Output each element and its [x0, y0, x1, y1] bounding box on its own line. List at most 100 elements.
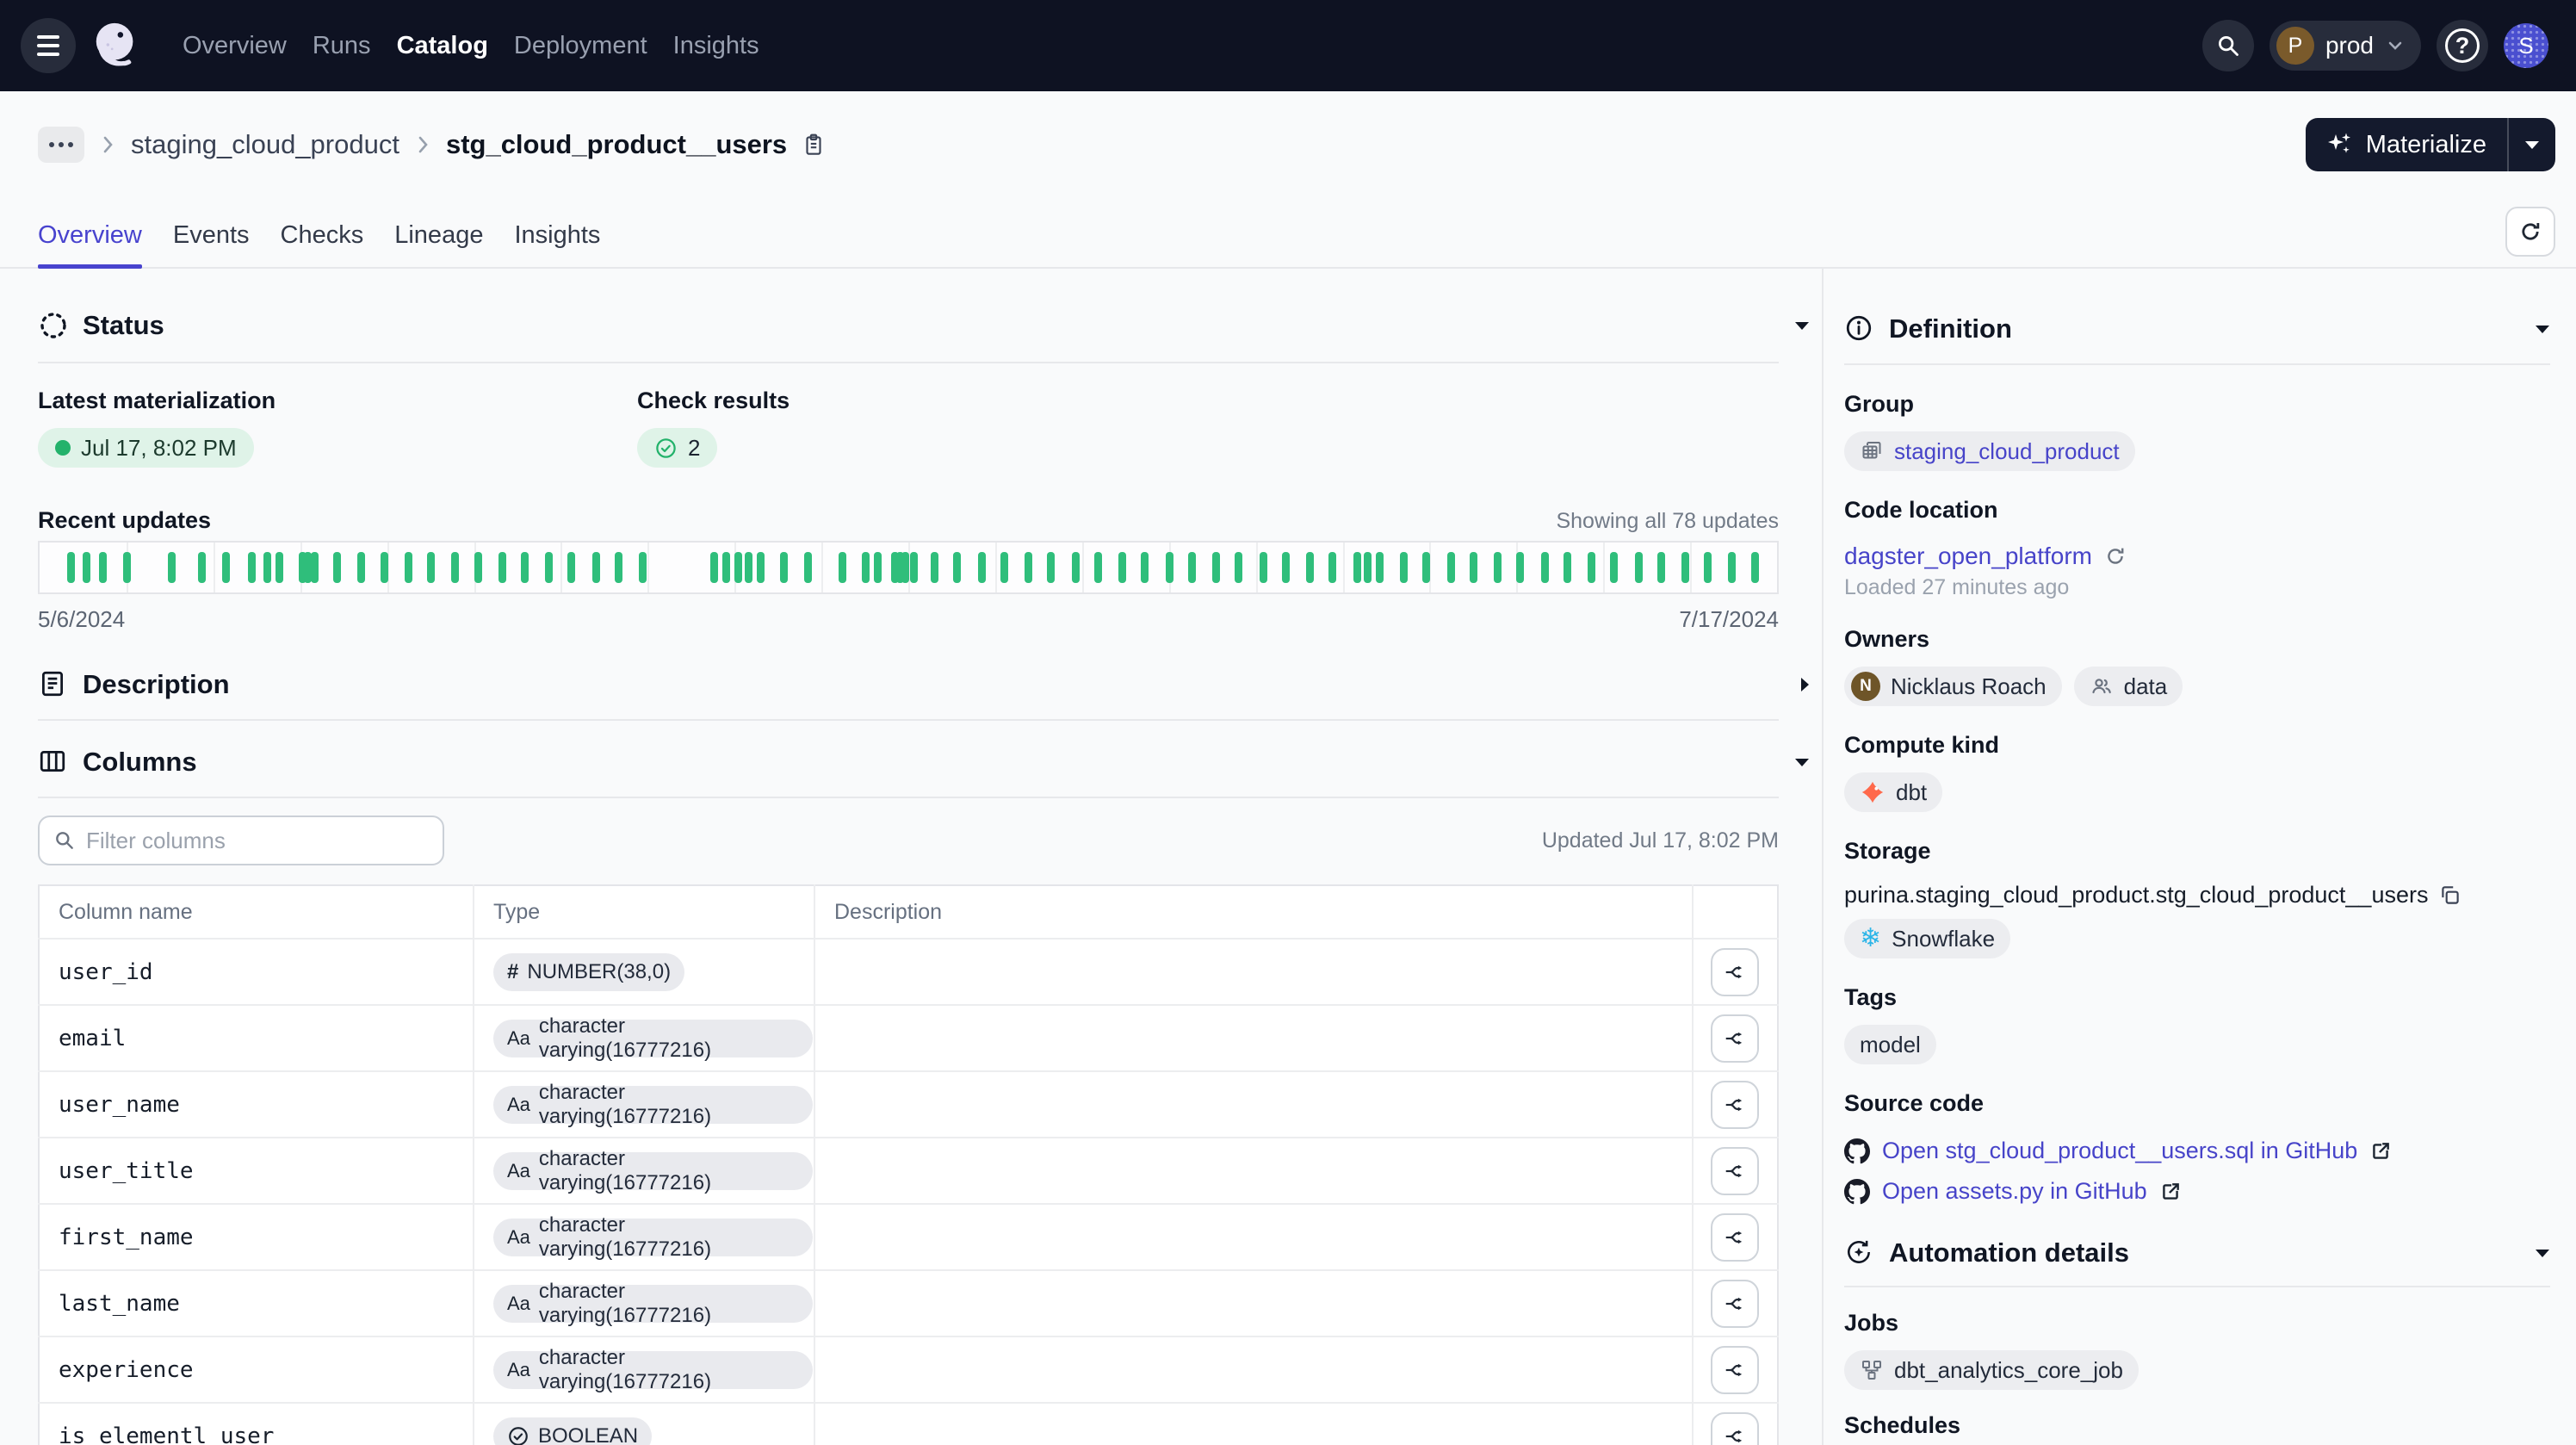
job-pill[interactable]: dbt_analytics_core_job — [1844, 1350, 2139, 1390]
column-lineage-button[interactable] — [1711, 1147, 1759, 1195]
tab-checks[interactable]: Checks — [281, 221, 364, 267]
nav-item-catalog[interactable]: Catalog — [397, 32, 488, 60]
column-lineage-button[interactable] — [1711, 1280, 1759, 1328]
update-tick — [474, 552, 482, 583]
automation-collapse-button[interactable] — [2535, 1248, 2550, 1258]
owner-avatar: N — [1851, 672, 1880, 701]
column-lineage-button[interactable] — [1711, 1412, 1759, 1445]
timeline-gridline — [1603, 543, 1605, 592]
nav-item-deployment[interactable]: Deployment — [514, 32, 647, 60]
nav-item-overview[interactable]: Overview — [183, 32, 287, 60]
column-lineage-button[interactable] — [1711, 1081, 1759, 1129]
filter-columns-field[interactable] — [38, 816, 444, 865]
copy-icon[interactable] — [2438, 884, 2462, 908]
column-name: first_name — [59, 1225, 194, 1250]
recent-updates-timeline[interactable] — [38, 541, 1779, 594]
nav-item-runs[interactable]: Runs — [313, 32, 371, 60]
menu-button[interactable] — [21, 18, 76, 73]
materialize-dropdown-button[interactable] — [2509, 118, 2555, 171]
snowflake-icon: ❄ — [1860, 926, 1881, 952]
columns-collapse-button[interactable] — [1794, 757, 1810, 767]
materialize-button[interactable]: Materialize — [2306, 118, 2555, 171]
type-header: Type — [474, 885, 814, 939]
update-tick — [1541, 552, 1549, 583]
tab-events[interactable]: Events — [173, 221, 250, 267]
lineage-branch-icon — [1724, 1160, 1746, 1182]
updates-summary: Showing all 78 updates — [1556, 509, 1779, 534]
timeline-gridline — [1690, 543, 1692, 592]
code-location-loaded: Loaded 27 minutes ago — [1844, 575, 2550, 600]
search-icon — [2216, 34, 2240, 58]
update-tick — [1751, 552, 1759, 583]
table-row: emailAacharacter varying(16777216) — [39, 1005, 1778, 1071]
compute-kind-pill[interactable]: dbt — [1844, 772, 1942, 812]
column-type-pill: Aacharacter varying(16777216) — [493, 1086, 813, 1124]
column-lineage-button[interactable] — [1711, 1213, 1759, 1262]
user-avatar[interactable]: S — [2504, 23, 2548, 68]
caret-down-icon — [2535, 1248, 2550, 1258]
tags-label: Tags — [1844, 984, 2550, 1011]
info-icon — [1844, 313, 1875, 344]
copy-asset-name-icon[interactable] — [801, 132, 827, 158]
caret-down-icon — [1794, 320, 1810, 331]
update-tick — [567, 552, 575, 583]
update-tick — [333, 552, 341, 583]
column-lineage-button[interactable] — [1711, 948, 1759, 996]
source-link-row[interactable]: Open stg_cloud_product__users.sql in Git… — [1844, 1138, 2550, 1164]
source-link[interactable]: Open assets.py in GitHub — [1882, 1178, 2147, 1205]
update-tick — [1094, 552, 1102, 583]
column-lineage-button[interactable] — [1711, 1346, 1759, 1394]
source-link-row[interactable]: Open assets.py in GitHub — [1844, 1178, 2550, 1205]
status-collapse-button[interactable] — [1794, 320, 1810, 331]
divider — [38, 797, 1779, 798]
table-cells-icon — [1860, 439, 1884, 463]
description-section-header: Description — [38, 669, 1810, 700]
owners-label: Owners — [1844, 626, 2550, 653]
filter-columns-input[interactable] — [84, 827, 429, 855]
update-tick — [1422, 552, 1430, 583]
column-name: user_title — [59, 1158, 194, 1184]
check-circle-icon — [507, 1425, 529, 1445]
tag-pill[interactable]: model — [1844, 1025, 1936, 1064]
lineage-branch-icon — [1724, 1027, 1746, 1050]
group-pill[interactable]: staging_cloud_product — [1844, 431, 2135, 471]
breadcrumb: staging_cloud_product stg_cloud_product_… — [0, 117, 2576, 172]
divider — [1844, 363, 2550, 365]
column-type-pill: Aacharacter varying(16777216) — [493, 1152, 813, 1190]
owner-pill[interactable]: data — [2074, 667, 2183, 706]
owner-pill[interactable]: N Nicklaus Roach — [1844, 667, 2062, 706]
update-tick — [1212, 552, 1220, 583]
help-button[interactable]: ? — [2437, 20, 2488, 71]
nav-item-insights[interactable]: Insights — [673, 32, 759, 60]
automation-section-header: Automation details — [1844, 1237, 2550, 1268]
storage-platform-pill[interactable]: ❄ Snowflake — [1844, 919, 2010, 958]
search-button[interactable] — [2202, 20, 2254, 71]
source-link[interactable]: Open stg_cloud_product__users.sql in Git… — [1882, 1138, 2357, 1164]
table-header-row: Column name Type Description — [39, 885, 1778, 939]
tab-lineage[interactable]: Lineage — [394, 221, 483, 267]
update-tick — [263, 552, 271, 583]
dagster-logo[interactable] — [90, 19, 143, 72]
compute-kind-value: dbt — [1896, 779, 1927, 806]
breadcrumb-group-link[interactable]: staging_cloud_product — [131, 129, 399, 160]
tab-insights[interactable]: Insights — [514, 221, 600, 267]
update-tick — [1188, 552, 1196, 583]
description-expand-button[interactable] — [1799, 677, 1810, 692]
column-lineage-button[interactable] — [1711, 1014, 1759, 1063]
update-tick — [734, 552, 742, 583]
github-icon — [1844, 1179, 1870, 1205]
definition-collapse-button[interactable] — [2535, 324, 2550, 334]
environment-switcher[interactable]: P prod — [2269, 21, 2421, 71]
status-summary: Latest materialization Jul 17, 8:02 PM C… — [38, 388, 1779, 468]
check-results-pill[interactable]: 2 — [637, 428, 717, 468]
tab-overview[interactable]: Overview — [38, 221, 142, 267]
update-tick — [1235, 552, 1242, 583]
column-type: character varying(16777216) — [539, 1147, 799, 1195]
breadcrumb-overflow-button[interactable] — [38, 127, 84, 163]
refresh-button[interactable] — [2505, 207, 2555, 257]
reload-icon[interactable] — [2104, 545, 2127, 567]
update-tick — [248, 552, 256, 583]
latest-materialization-pill[interactable]: Jul 17, 8:02 PM — [38, 428, 254, 468]
code-location-link[interactable]: dagster_open_platform — [1844, 543, 2092, 570]
update-tick — [874, 552, 882, 583]
